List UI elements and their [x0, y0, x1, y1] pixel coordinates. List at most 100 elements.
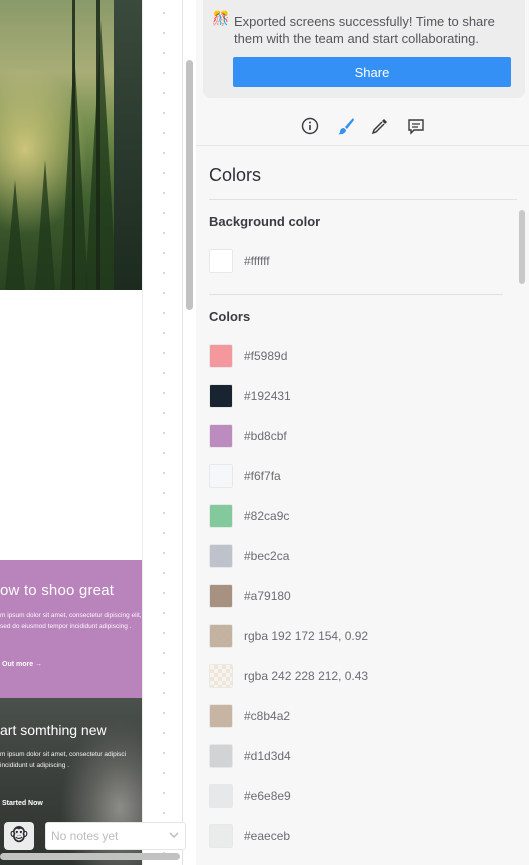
pink-section-body: m ipsum dolor sit amet, consectetur dipi… — [0, 612, 142, 630]
color-swatch — [209, 584, 233, 608]
party-icon: 🎊 — [212, 10, 230, 26]
canvas-vertical-scrollbar[interactable] — [186, 60, 193, 310]
dark-section-body: m ipsum dolor sit amet, consectetur adip… — [0, 751, 127, 769]
grid-dot — [163, 312, 165, 314]
grid-dot — [163, 712, 165, 714]
color-swatch — [209, 664, 233, 688]
grid-dot — [163, 392, 165, 394]
grid-dot — [163, 332, 165, 334]
grid-dot — [163, 292, 165, 294]
eyedropper-icon[interactable] — [370, 116, 390, 136]
color-value: #f5989d — [244, 349, 288, 363]
notes-bar: 🐵 No notes yet — [2, 820, 186, 850]
pink-feature-section: ow to shoo great m ipsum dolor sit amet,… — [0, 560, 142, 698]
grid-dot — [163, 212, 165, 214]
grid-dot — [163, 512, 165, 514]
monkey-icon[interactable]: 🐵 — [4, 822, 34, 850]
color-value: #82ca9c — [244, 509, 290, 523]
grid-dot — [163, 192, 165, 194]
design-canvas[interactable]: ow to shoo great m ipsum dolor sit amet,… — [0, 0, 196, 865]
color-swatch — [209, 744, 233, 768]
grid-dot — [163, 532, 165, 534]
color-value: #bec2ca — [244, 549, 290, 563]
color-row[interactable]: #a79180 — [209, 584, 499, 608]
background-color-row[interactable]: #ffffff — [209, 249, 499, 273]
color-swatch — [209, 544, 233, 568]
grid-dot — [163, 32, 165, 34]
color-row[interactable]: #eaeceb — [209, 824, 499, 848]
info-icon[interactable] — [300, 116, 320, 136]
find-out-more-link[interactable]: Out more → — [2, 661, 42, 668]
grid-dot — [163, 52, 165, 54]
grid-dot — [163, 772, 165, 774]
grid-dot — [163, 372, 165, 374]
color-row[interactable]: #bd8cbf — [209, 424, 499, 448]
grid-dot — [163, 272, 165, 274]
title-divider — [209, 199, 517, 200]
color-value: #a79180 — [244, 589, 291, 603]
color-value: rgba 192 172 154, 0.92 — [244, 629, 369, 643]
color-swatch — [209, 784, 233, 808]
grid-dot — [163, 112, 165, 114]
panel-scrollbar[interactable] — [519, 210, 525, 284]
color-swatch — [209, 344, 233, 368]
get-started-link[interactable]: Started Now — [2, 800, 43, 807]
dark-section-heading: art somthing new — [0, 722, 107, 738]
color-row[interactable]: rgba 242 228 212, 0.43 — [209, 664, 499, 688]
panel-title: Colors — [209, 165, 262, 185]
color-row[interactable]: #bec2ca — [209, 544, 499, 568]
grid-dot — [163, 552, 165, 554]
grid-dot — [163, 492, 165, 494]
color-swatch — [209, 624, 233, 648]
paintbrush-icon[interactable] — [336, 116, 356, 136]
grid-dot — [163, 412, 165, 414]
color-row[interactable]: #192431 — [209, 384, 499, 408]
color-swatch — [209, 464, 233, 488]
grid-dot — [163, 692, 165, 694]
grid-dot — [163, 352, 165, 354]
notice-text: Exported screens successfully! Time to s… — [234, 14, 495, 46]
grid-dot — [163, 572, 165, 574]
color-swatch — [209, 384, 233, 408]
color-row[interactable]: #c8b4a2 — [209, 704, 499, 728]
section-divider — [209, 294, 503, 295]
share-button[interactable]: Share — [233, 57, 511, 87]
grid-dot — [163, 672, 165, 674]
notes-placeholder: No notes yet — [51, 829, 119, 843]
color-row[interactable]: #e6e8e9 — [209, 784, 499, 808]
grid-dot — [163, 632, 165, 634]
canvas-horizontal-scrollbar[interactable] — [0, 853, 180, 860]
color-row[interactable]: #f5989d — [209, 344, 499, 368]
grid-dot — [163, 812, 165, 814]
panel-scroll-track[interactable] — [517, 208, 527, 865]
color-row[interactable]: rgba 192 172 154, 0.92 — [209, 624, 499, 648]
color-value: #eaeceb — [244, 829, 291, 843]
background-color-label: Background color — [209, 214, 321, 229]
grid-dot — [163, 432, 165, 434]
color-row[interactable]: #f6f7fa — [209, 464, 499, 488]
color-value: #d1d3d4 — [244, 749, 291, 763]
grid-dot — [163, 652, 165, 654]
color-value: #c8b4a2 — [244, 709, 291, 723]
grid-dot — [163, 12, 165, 14]
grid-dot — [163, 72, 165, 74]
color-swatch — [209, 824, 233, 848]
pink-section-heading: ow to shoo great — [0, 582, 115, 599]
grid-dot — [163, 132, 165, 134]
color-swatch — [209, 424, 233, 448]
color-value: #f6f7fa — [244, 469, 281, 483]
chevron-down-icon — [169, 832, 179, 839]
comment-icon[interactable] — [406, 116, 426, 136]
color-swatch — [209, 249, 233, 273]
color-value: #ffffff — [244, 254, 270, 268]
colors-label: Colors — [209, 309, 251, 324]
grid-dot — [163, 792, 165, 794]
grid-dot — [163, 232, 165, 234]
grid-dot — [163, 252, 165, 254]
notes-dropdown[interactable]: No notes yet — [45, 822, 186, 850]
grid-dot — [163, 752, 165, 754]
export-notice: 🎊 Exported screens successfully! Time to… — [203, 0, 525, 98]
color-row[interactable]: #82ca9c — [209, 504, 499, 528]
grid-dot — [163, 172, 165, 174]
color-row[interactable]: #d1d3d4 — [209, 744, 499, 768]
